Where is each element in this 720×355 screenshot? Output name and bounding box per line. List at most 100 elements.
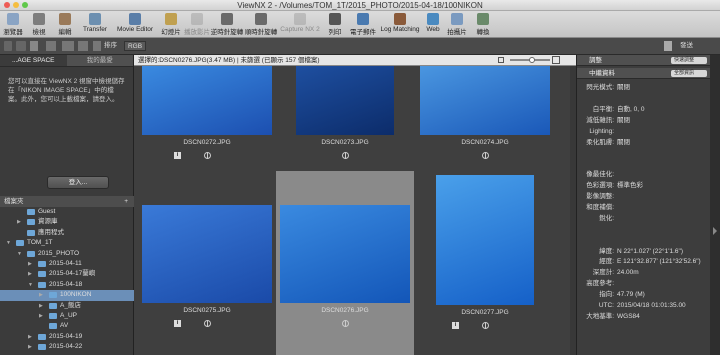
up-folder-icon[interactable] bbox=[30, 41, 38, 51]
login-button[interactable]: 登入... bbox=[47, 176, 109, 189]
gps-globe-icon[interactable] bbox=[204, 320, 211, 327]
gps-globe-icon[interactable] bbox=[204, 152, 211, 159]
thumbnail-view-icon[interactable] bbox=[62, 41, 74, 51]
gps-globe-icon[interactable] bbox=[482, 322, 489, 329]
toolbar-icon-13 bbox=[427, 13, 439, 25]
folder-tree-row[interactable]: ▶ 2015-04-22 bbox=[0, 342, 134, 352]
folder-tree-row[interactable]: ▶ 資源庫 bbox=[0, 217, 134, 227]
gps-globe-icon[interactable] bbox=[342, 320, 349, 327]
toolbar-button-12[interactable]: Log Matching bbox=[378, 11, 422, 38]
collapse-arrow-icon[interactable]: ▼ bbox=[6, 238, 11, 248]
right-panel: 調整 快速調整 中繼資料 全部資訊 閃光模式: 關閉 白平衡: 自動, 0, 0 減低雜… bbox=[576, 55, 711, 355]
expand-arrow-icon[interactable]: ▶ bbox=[39, 301, 43, 311]
folder-tree-row[interactable]: ▶ A_飯店 bbox=[0, 301, 134, 311]
metadata-filter-dropdown[interactable]: 全部資訊 bbox=[671, 70, 707, 77]
adjust-panel-header[interactable]: 調整 快速調整 bbox=[577, 55, 711, 66]
thumbnail-cell[interactable]: DSCN0276.JPG bbox=[276, 171, 414, 355]
folder-tree-row[interactable]: ▶ 2015-04-17蘭嶼 bbox=[0, 269, 134, 279]
secondary-toolbar: 排序 RGB 發送 bbox=[0, 38, 720, 55]
info-icon[interactable]: i bbox=[174, 152, 181, 159]
right-panel-toggle[interactable] bbox=[710, 55, 720, 355]
rgb-dropdown[interactable]: RGB bbox=[124, 41, 146, 51]
filter-icon[interactable] bbox=[46, 41, 56, 51]
expand-arrow-icon[interactable]: ▶ bbox=[28, 269, 32, 279]
expand-arrow-icon[interactable]: ▶ bbox=[28, 342, 32, 352]
thumbnail-image[interactable] bbox=[142, 66, 272, 135]
gps-globe-icon[interactable] bbox=[482, 152, 489, 159]
toolbar-button-0[interactable]: 瀏覽器 bbox=[0, 11, 26, 38]
folder-tree-row[interactable]: ▶ A_UP bbox=[0, 311, 134, 321]
thumbnail-image[interactable] bbox=[142, 205, 272, 303]
toolbar-icon-4 bbox=[129, 13, 141, 25]
toolbar-button-8[interactable]: 順時針旋轉 bbox=[244, 11, 278, 38]
thumbnail-cell[interactable]: DSCN0273.JPG bbox=[276, 66, 414, 166]
folder-tree-row[interactable]: ▶ 2015-04-11 bbox=[0, 259, 134, 269]
forward-icon[interactable] bbox=[16, 41, 26, 51]
slider-knob[interactable] bbox=[528, 57, 535, 63]
window-controls bbox=[4, 2, 28, 8]
toolbar-button-15[interactable]: 轉換 bbox=[470, 11, 496, 38]
collapse-arrow-icon[interactable]: ▼ bbox=[17, 249, 22, 259]
folder-tree-row[interactable]: 應用程式 bbox=[0, 228, 134, 238]
toolbar-button-1[interactable]: 檢視 bbox=[26, 11, 52, 38]
thumbnail-size-slider[interactable] bbox=[510, 57, 550, 63]
publish-icon[interactable] bbox=[664, 41, 672, 51]
collapse-arrow-icon[interactable]: ▼ bbox=[28, 280, 33, 290]
toolbar-button-3[interactable]: Transfer bbox=[78, 11, 112, 38]
thumbnail-cell[interactable]: DSCN0277.JPG i bbox=[416, 171, 554, 355]
expand-arrow-icon[interactable]: ▶ bbox=[39, 290, 43, 300]
metadata-value: 24.00m bbox=[617, 269, 639, 277]
expand-arrow-icon[interactable]: ▶ bbox=[39, 311, 43, 321]
toolbar-button-13[interactable]: Web bbox=[422, 11, 444, 38]
tab-image-space[interactable]: ...AGE SPACE bbox=[0, 55, 67, 66]
zoom-window-button[interactable] bbox=[22, 2, 28, 8]
folder-tree-row[interactable]: ▼ TOM_1T bbox=[0, 238, 134, 248]
publish-label[interactable]: 發送 bbox=[680, 41, 693, 51]
toolbar-button-14[interactable]: 拍攝片 bbox=[444, 11, 470, 38]
sort-icon[interactable] bbox=[93, 41, 101, 51]
folder-tree-row[interactable]: ▶ 2015-04-19 bbox=[0, 332, 134, 342]
close-window-button[interactable] bbox=[4, 2, 10, 8]
thumbnail-cell[interactable]: DSCN0274.JPG bbox=[416, 66, 554, 166]
toolbar-button-11[interactable]: 電子郵件 bbox=[348, 11, 378, 38]
folder-tree-row[interactable]: Guest bbox=[0, 207, 134, 217]
toolbar-button-7[interactable]: 逆時針旋轉 bbox=[210, 11, 244, 38]
info-icon[interactable]: i bbox=[174, 320, 181, 327]
toolbar-button-5[interactable]: 幻燈片 bbox=[158, 11, 184, 38]
expand-arrow-icon[interactable]: ▶ bbox=[28, 332, 32, 342]
folder-icon bbox=[38, 344, 46, 351]
thumbnail-cell[interactable]: DSCN0272.JPG i bbox=[138, 66, 276, 166]
thumbnail-image[interactable] bbox=[296, 66, 394, 135]
small-thumb-icon[interactable] bbox=[498, 57, 504, 63]
folder-tree-row[interactable]: ▼ 2015_PHOTO bbox=[0, 249, 134, 259]
folder-tree-row[interactable]: AV bbox=[0, 321, 134, 331]
expand-arrow-icon[interactable]: ▶ bbox=[17, 217, 21, 227]
metadata-row: 和度補償: bbox=[577, 203, 711, 212]
thumbnail-image[interactable] bbox=[436, 175, 534, 305]
folder-tree-label: 2015_PHOTO bbox=[38, 249, 80, 257]
minimize-window-button[interactable] bbox=[13, 2, 19, 8]
quick-adjust-dropdown[interactable]: 快速調整 bbox=[671, 57, 707, 64]
metadata-row bbox=[577, 159, 711, 168]
folder-tree-row[interactable]: ▼ 2015-04-18 bbox=[0, 280, 134, 290]
back-icon[interactable] bbox=[4, 41, 12, 51]
toolbar-button-6[interactable]: 播放影片 bbox=[184, 11, 210, 38]
toolbar-button-4[interactable]: Movie Editor bbox=[112, 11, 158, 38]
thumbnail-cell[interactable]: DSCN0275.JPG i bbox=[138, 171, 276, 355]
thumbnail-image[interactable] bbox=[280, 205, 410, 303]
info-icon[interactable]: i bbox=[452, 322, 459, 329]
metadata-panel-header[interactable]: 中繼資料 全部資訊 bbox=[577, 68, 711, 79]
grid-view-icon[interactable] bbox=[78, 41, 88, 51]
folder-tree-row[interactable]: ▶ 100NIKON bbox=[0, 290, 134, 301]
toolbar-button-9[interactable]: Capture NX 2 bbox=[278, 11, 322, 38]
toolbar-button-10[interactable]: 列印 bbox=[322, 11, 348, 38]
sort-label[interactable]: 排序 bbox=[104, 41, 117, 51]
tab-favorites[interactable]: 我的最愛 bbox=[67, 55, 134, 66]
gps-globe-icon[interactable] bbox=[342, 152, 349, 159]
add-folder-button[interactable]: + bbox=[124, 196, 128, 207]
toolbar-label: 編輯 bbox=[58, 29, 72, 36]
toolbar-button-2[interactable]: 編輯 bbox=[52, 11, 78, 38]
expand-arrow-icon[interactable]: ▶ bbox=[28, 259, 32, 269]
large-thumb-icon[interactable] bbox=[552, 56, 560, 64]
thumbnail-image[interactable] bbox=[420, 66, 550, 135]
